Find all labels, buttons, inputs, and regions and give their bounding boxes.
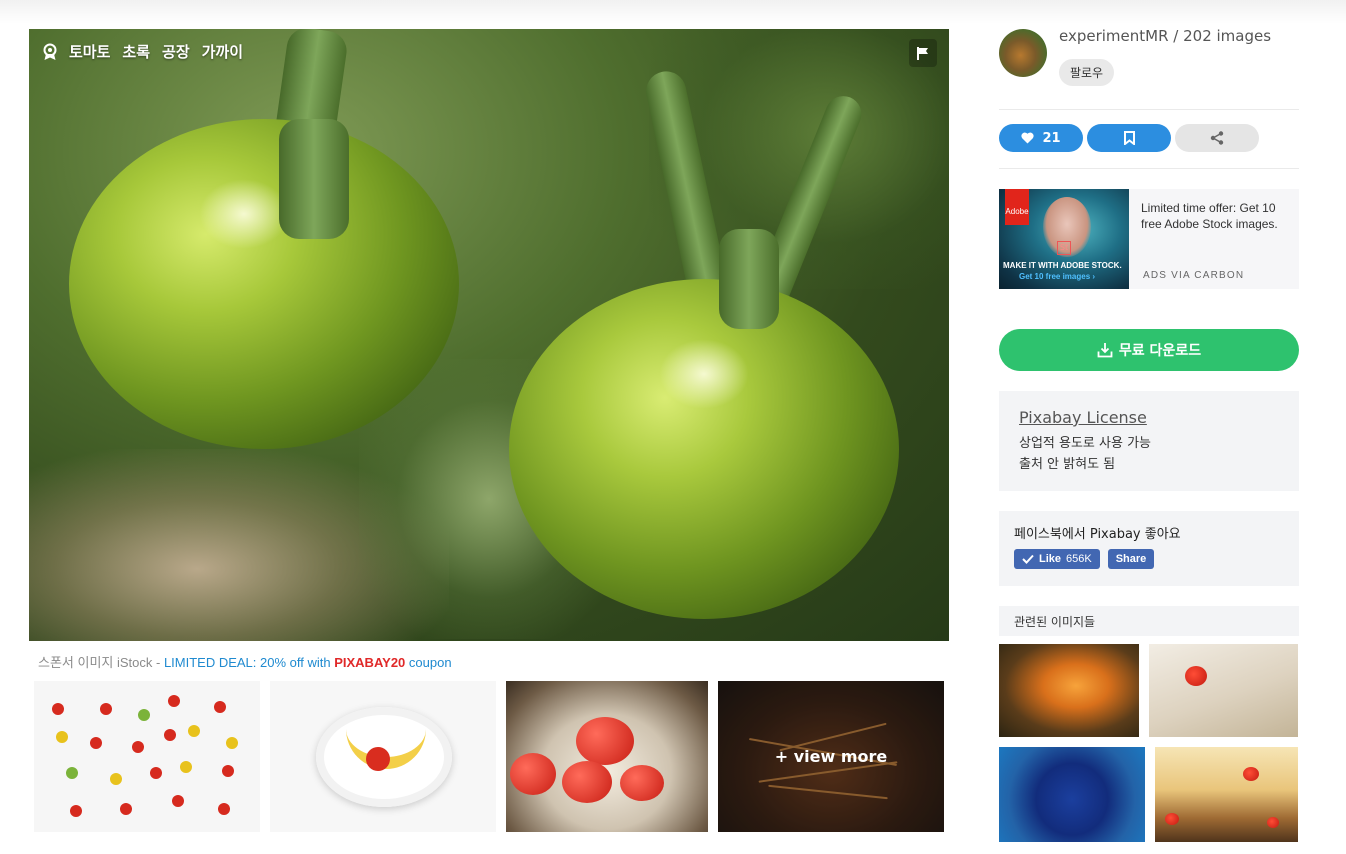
sponsored-thumbnail[interactable] — [506, 681, 708, 832]
download-icon — [1097, 343, 1113, 358]
license-link[interactable]: Pixabay License — [1019, 408, 1279, 427]
sponsored-thumbnail[interactable] — [270, 681, 496, 832]
license-commercial-use: 상업적 용도로 사용 가능 — [1019, 436, 1151, 451]
author-avatar[interactable] — [999, 29, 1047, 77]
author-name[interactable]: experimentMR / 202 images — [1059, 27, 1271, 45]
cherry-tomato — [100, 703, 112, 715]
award-icon — [43, 43, 57, 61]
sponsor-line: 스폰서 이미지 iStock - LIMITED DEAL: 20% off w… — [38, 652, 452, 671]
cherry-tomato — [214, 701, 226, 713]
like-button[interactable]: 21 — [999, 124, 1083, 152]
main-photo[interactable]: 토마토 초록 공장 가까이 — [29, 29, 949, 641]
view-more-link[interactable]: + view more — [718, 681, 944, 832]
green-tomato — [509, 279, 899, 619]
cherry-tomato — [226, 737, 238, 749]
tag-link[interactable]: 공장 — [162, 41, 190, 62]
tag-link[interactable]: 초록 — [122, 41, 150, 62]
green-tomato — [69, 119, 459, 449]
checkmark-icon — [1022, 554, 1034, 564]
related-image-poppy-field[interactable] — [1149, 644, 1298, 737]
follow-button[interactable]: 팔로우 — [1059, 59, 1114, 86]
bookmark-icon — [1123, 131, 1135, 145]
carbon-ad[interactable]: Adobe St MAKE IT WITH ADOBE STOCK. Get 1… — [999, 189, 1299, 289]
divider — [999, 168, 1299, 169]
like-label: Like — [1039, 553, 1062, 565]
cherry-tomato — [150, 767, 162, 779]
tag-link[interactable]: 토마토 — [69, 41, 110, 62]
facebook-buttons: Like 656K Share — [1014, 549, 1284, 569]
ad-image-cta: Get 10 free images › — [1019, 272, 1096, 281]
cherry-tomato — [168, 695, 180, 707]
tomato-slice — [562, 761, 612, 803]
cherry-tomato — [56, 731, 68, 743]
ad-image[interactable]: Adobe St MAKE IT WITH ADOBE STOCK. Get 1… — [999, 189, 1129, 289]
tomato-highlight — [199, 179, 289, 249]
cherry-tomato — [172, 795, 184, 807]
facebook-like-button[interactable]: Like 656K — [1014, 549, 1100, 569]
cherry-tomato — [110, 773, 122, 785]
facebook-box: 페이스북에서 Pixabay 좋아요 Like 656K Share — [999, 511, 1299, 586]
tomato-calyx — [719, 229, 779, 329]
sponsored-thumbnail[interactable] — [34, 681, 260, 832]
tomato-highlight — [659, 339, 749, 409]
tomato-slice — [510, 753, 556, 795]
share-icon — [1210, 131, 1224, 145]
heart-icon — [1021, 132, 1035, 144]
cherry-tomato — [180, 761, 192, 773]
cherry-tomato — [70, 805, 82, 817]
cherry-tomato — [66, 767, 78, 779]
like-count: 656K — [1066, 553, 1092, 565]
cherry-tomato — [188, 725, 200, 737]
tomato-calyx — [279, 119, 349, 239]
download-label: 무료 다운로드 — [1118, 343, 1202, 359]
tag-link[interactable]: 가까이 — [202, 41, 243, 62]
facebook-share-button[interactable]: Share — [1107, 549, 1155, 569]
poppy-flower — [1165, 813, 1179, 825]
sponsor-prefix: 스폰서 이미지 iStock - — [38, 655, 164, 670]
tomato — [366, 747, 390, 771]
free-download-button[interactable]: 무료 다운로드 — [999, 329, 1299, 371]
cherry-tomato — [120, 803, 132, 815]
cherry-tomato — [218, 803, 230, 815]
tomato-slice — [620, 765, 664, 801]
facebook-text: 페이스북에서 Pixabay 좋아요 — [1014, 527, 1181, 542]
license-no-attribution: 출처 안 밝혀도 됨 — [1019, 457, 1116, 472]
license-box: Pixabay License 상업적 용도로 사용 가능 출처 안 밝혀도 됨 — [999, 391, 1299, 491]
flag-icon — [917, 46, 928, 60]
related-image-blue-rose[interactable] — [999, 747, 1145, 842]
share-button[interactable] — [1175, 124, 1259, 152]
cherry-tomato — [132, 741, 144, 753]
ads-via-carbon-link[interactable]: ADS VIA CARBON — [1143, 270, 1244, 281]
ad-image-headline: MAKE IT WITH ADOBE STOCK. — [1003, 261, 1122, 270]
poppy-flower — [1243, 767, 1259, 781]
cherry-tomato — [90, 737, 102, 749]
sponsor-suffix[interactable]: coupon — [405, 655, 452, 670]
sponsored-thumbnail[interactable]: + view more — [718, 681, 944, 832]
like-count: 21 — [1042, 130, 1061, 146]
poppy-flower — [1185, 666, 1207, 686]
bookmark-button[interactable] — [1087, 124, 1171, 152]
stock-badge: St — [1057, 241, 1071, 255]
poppy-flower — [1267, 817, 1279, 828]
divider — [999, 109, 1299, 110]
related-image-poppies-sunset[interactable] — [1155, 747, 1298, 842]
adobe-logo: Adobe — [1005, 189, 1029, 225]
cherry-tomato — [164, 729, 176, 741]
cherry-tomato — [52, 703, 64, 715]
top-fade — [0, 0, 1346, 24]
tomato-slice — [576, 717, 634, 765]
ad-text-link[interactable]: Limited time offer: Get 10 free Adobe St… — [1141, 200, 1291, 232]
cherry-tomato — [222, 765, 234, 777]
related-image-butterfly-flowers[interactable] — [999, 644, 1139, 737]
report-flag-button[interactable] — [909, 39, 937, 67]
sponsor-deal-link[interactable]: LIMITED DEAL: 20% off with — [164, 655, 334, 670]
photo-tags: 토마토 초록 공장 가까이 — [43, 41, 243, 62]
coupon-code[interactable]: PIXABAY20 — [334, 655, 405, 670]
cherry-tomato — [138, 709, 150, 721]
related-images-heading: 관련된 이미지들 — [999, 606, 1299, 636]
